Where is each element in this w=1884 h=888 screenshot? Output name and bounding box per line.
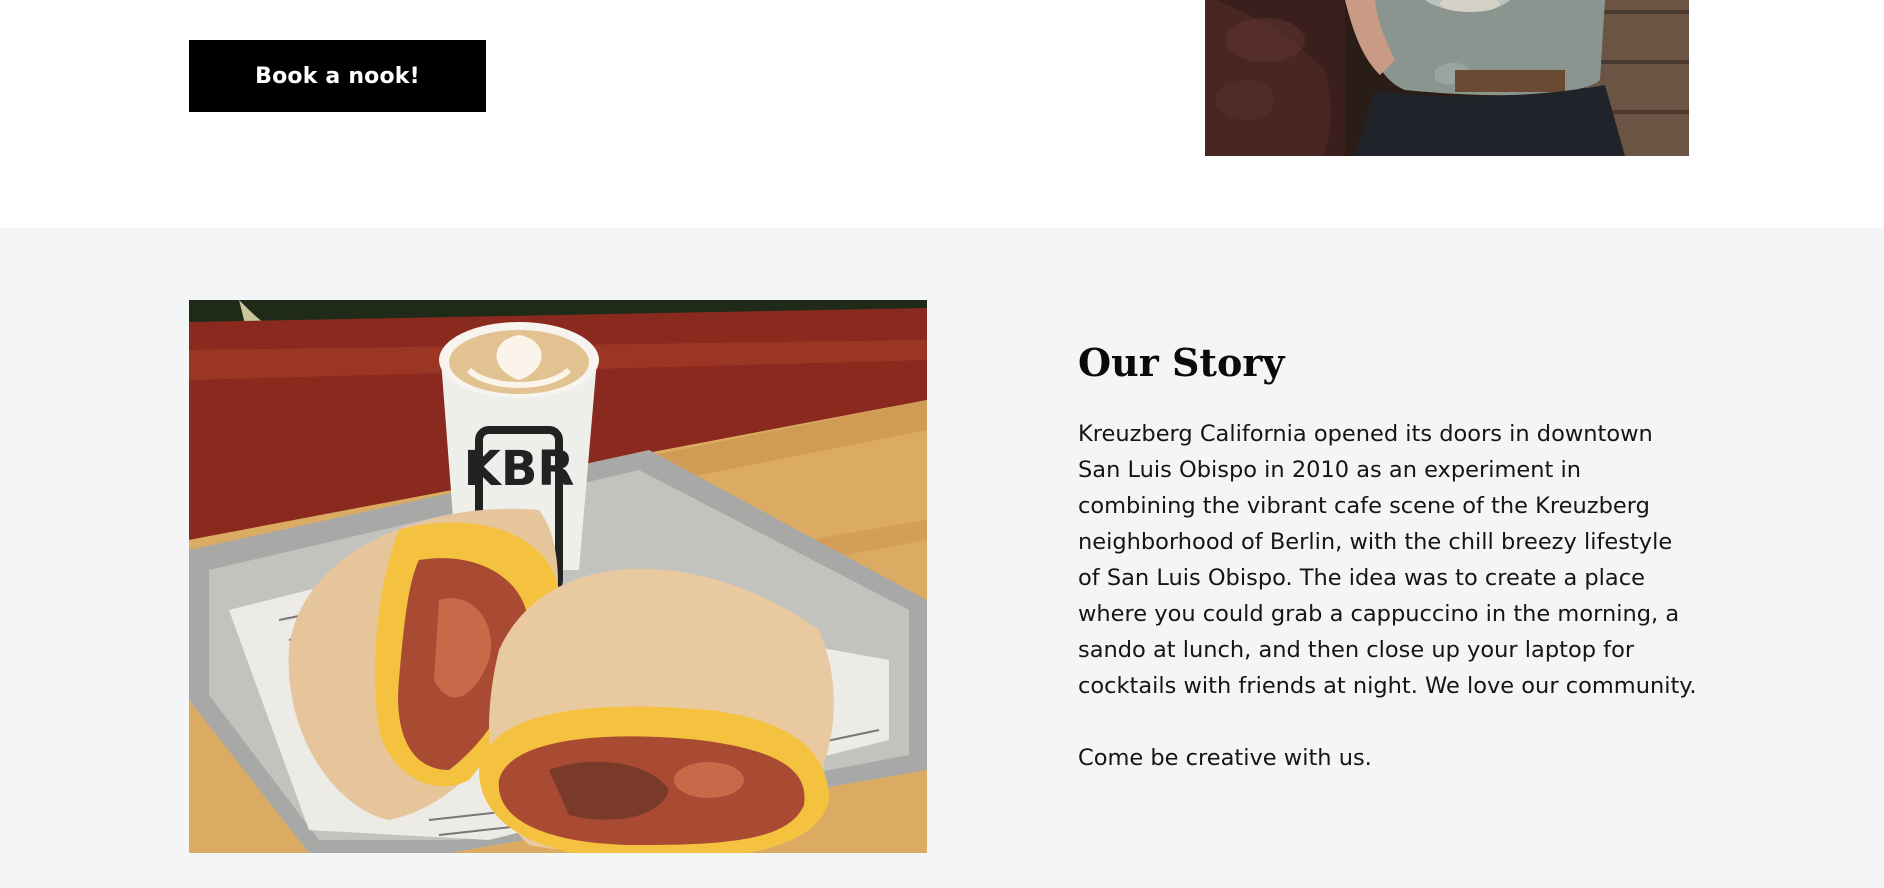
cafe-guest-image xyxy=(1205,0,1689,156)
booking-section: Book a nook! xyxy=(0,0,1884,228)
burrito-and-coffee-image: KBR xyxy=(189,300,927,853)
our-story-section: KBR Our Story Kreuzberg California opene… xyxy=(0,228,1884,888)
burrito-coffee-photo: KBR xyxy=(189,300,927,853)
cup-logo-text: KBR xyxy=(464,441,575,497)
story-paragraph: Kreuzberg California opened its doors in… xyxy=(1078,421,1697,699)
story-tagline: Come be creative with us. xyxy=(1078,745,1372,771)
story-title: Our Story xyxy=(1078,340,1285,385)
cafe-guest-photo xyxy=(1205,0,1689,156)
story-body: Kreuzberg California opened its doors in… xyxy=(1078,416,1698,812)
book-a-nook-button[interactable]: Book a nook! xyxy=(189,40,486,112)
